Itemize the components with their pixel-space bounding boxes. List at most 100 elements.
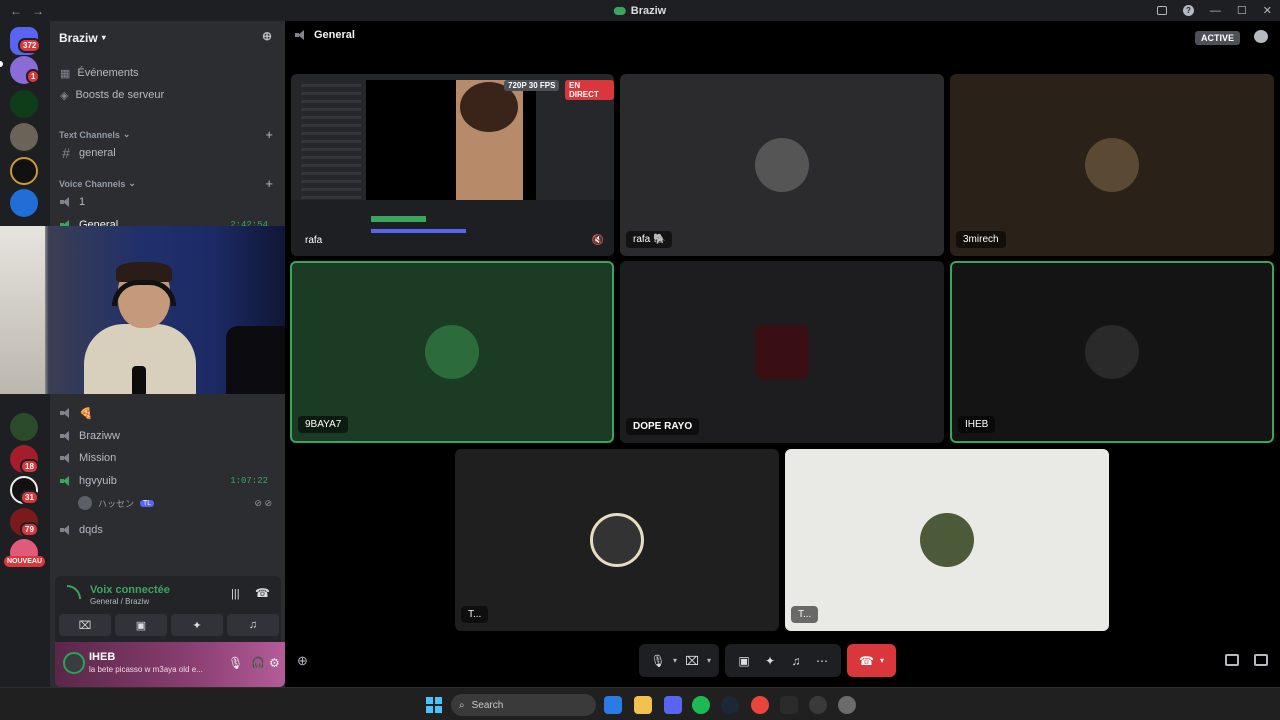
disconnect-icon[interactable]: ☎ (255, 586, 270, 600)
hash-icon: # (62, 145, 70, 161)
server-badge: 79 (20, 522, 39, 537)
quality-badge: 720P 30 FPS (504, 80, 560, 91)
windows-start-icon[interactable] (426, 697, 442, 713)
microphone-icon (132, 366, 146, 394)
participant-tile[interactable]: T... (455, 449, 779, 631)
participant-tile[interactable]: IHEB (950, 261, 1274, 443)
volume-muted-icon[interactable]: 🔇 (592, 235, 604, 246)
activities-button[interactable]: ✦ (171, 614, 223, 636)
participant-tile[interactable]: 3mirech (950, 74, 1274, 256)
disconnect-button[interactable]: ☎ ▾ (847, 644, 897, 677)
hang-up-icon: ☎ (859, 653, 874, 668)
camera-off-button[interactable]: ⌧ (59, 614, 111, 636)
chrome-icon[interactable] (751, 696, 769, 714)
muted-icon: ⊘ ⊘ (254, 497, 272, 508)
camera-off-icon: ⌧ (78, 619, 92, 632)
help-icon[interactable]: ? (1182, 5, 1194, 16)
stream-sidebar-preview (301, 84, 361, 204)
taskbar-search[interactable]: ⌕ Search (451, 694, 596, 716)
avatar (78, 496, 92, 510)
chevron-down-icon[interactable]: ▾ (707, 656, 711, 665)
screen-share-icon[interactable]: ▣ (733, 650, 755, 672)
avatar (1085, 325, 1139, 379)
soundboard-button[interactable]: ♫ (227, 614, 279, 636)
voice-channel-braziww[interactable]: Braziww (58, 425, 278, 447)
webcam-background (0, 226, 45, 394)
chevron-down-icon: ⌄ (122, 129, 131, 139)
voice-user[interactable]: ハッセン TL ⊘ ⊘ (78, 494, 278, 512)
discord-logo-icon (613, 6, 626, 15)
activities-icon[interactable]: ✦ (759, 650, 781, 672)
spotify-icon[interactable] (692, 696, 710, 714)
add-channel-icon[interactable]: + (265, 176, 273, 191)
speaker-icon (60, 197, 72, 207)
voice-channel-hgvyuib[interactable]: hgvyuib 1:07:22 (58, 470, 278, 492)
events-item[interactable]: ▦ Événements (58, 62, 278, 84)
fullscreen-icon[interactable] (1254, 654, 1268, 666)
participant-tile[interactable]: T... (785, 449, 1109, 631)
popout-icon[interactable] (1225, 654, 1239, 666)
microphone-icon[interactable]: 🎙 (228, 656, 243, 670)
folder-icon[interactable] (634, 696, 652, 714)
microphone-icon[interactable]: 🎙 (647, 650, 669, 672)
participant-tile[interactable]: 9BAYA7 (290, 261, 614, 443)
inbox-icon[interactable] (1156, 6, 1167, 15)
add-user-icon[interactable]: ⊕ (297, 653, 308, 669)
screen-share-button[interactable]: ▣ (115, 614, 167, 636)
soundboard-icon[interactable]: ♫ (785, 650, 807, 672)
settings-icon[interactable] (838, 696, 856, 714)
maximize-icon[interactable]: ☐ (1237, 4, 1247, 17)
participant-tile[interactable]: rafa 🐘 (620, 74, 944, 256)
avatar (755, 325, 809, 379)
guild-header[interactable]: Braziw ▾ ⊕ (50, 21, 285, 54)
avatar (1085, 138, 1139, 192)
avatar[interactable] (63, 652, 85, 674)
app-icon[interactable] (809, 696, 827, 714)
noise-suppression-icon[interactable]: ||| (231, 588, 240, 600)
speaker-icon (295, 30, 307, 40)
server-icon[interactable] (10, 123, 38, 151)
more-icon[interactable]: ⋯ (811, 650, 833, 672)
server-icon[interactable] (10, 413, 38, 441)
app-icon[interactable] (780, 696, 798, 714)
server-icon[interactable] (10, 90, 38, 118)
gear-icon[interactable]: ⚙ (269, 656, 280, 670)
close-icon[interactable]: ✕ (1263, 4, 1272, 17)
category-text-channels[interactable]: Text Channels ⌄ + (59, 127, 273, 142)
signal-icon (67, 585, 81, 599)
title-bar: ← → Braziw ? — ☐ ✕ (0, 0, 1280, 21)
channel-header: General (295, 29, 355, 41)
add-member-icon[interactable]: ⊕ (262, 29, 275, 43)
server-icon[interactable] (10, 157, 38, 185)
minimize-icon[interactable]: — (1210, 5, 1221, 17)
participant-tile[interactable]: DOPE RAYO (620, 261, 944, 443)
store-icon[interactable] (604, 696, 622, 714)
mic-camera-group: 🎙 ▾ ⌧ ▾ (639, 644, 720, 677)
user-panel: IHEB la bete picasso w m3aya old e... 🎙 … (55, 642, 285, 687)
channel-general[interactable]: # general (58, 142, 278, 164)
chevron-down-icon: ▾ (880, 656, 885, 665)
voice-channel-1[interactable]: 1 (58, 191, 278, 213)
category-voice-channels[interactable]: Voice Channels ⌄ + (59, 176, 273, 191)
chevron-down-icon[interactable]: ▾ (673, 656, 677, 665)
window-title: Braziw (613, 5, 666, 17)
stream-blue-bar (371, 229, 466, 233)
voice-channel-dqds[interactable]: dqds (58, 519, 278, 541)
add-channel-icon[interactable]: + (265, 127, 273, 142)
window-controls: ? — ☐ ✕ (1156, 0, 1272, 21)
camera-off-icon[interactable]: ⌧ (681, 650, 703, 672)
server-icon[interactable] (10, 189, 38, 217)
steam-icon[interactable] (721, 696, 739, 714)
calendar-icon: ▦ (60, 67, 71, 80)
chat-icon[interactable] (1254, 30, 1268, 43)
call-controls: 🎙 ▾ ⌧ ▾ ▣ ✦ ♫ ⋯ ☎ ▾ (639, 644, 897, 677)
voice-channel-mission[interactable]: Mission (58, 447, 278, 469)
boosts-item[interactable]: ◈ Boosts de serveur (58, 84, 278, 106)
voice-channel-pizza[interactable]: 🍕 (58, 402, 278, 424)
discord-icon[interactable] (664, 696, 682, 714)
headphones-icon[interactable]: 🎧 (251, 656, 265, 669)
forward-arrow-icon[interactable]: → (32, 4, 44, 18)
stream-tile[interactable]: 720P 30 FPS EN DIRECT rafa 🔇 (291, 74, 614, 256)
avatar (590, 513, 644, 567)
back-arrow-icon[interactable]: ← (10, 4, 22, 18)
